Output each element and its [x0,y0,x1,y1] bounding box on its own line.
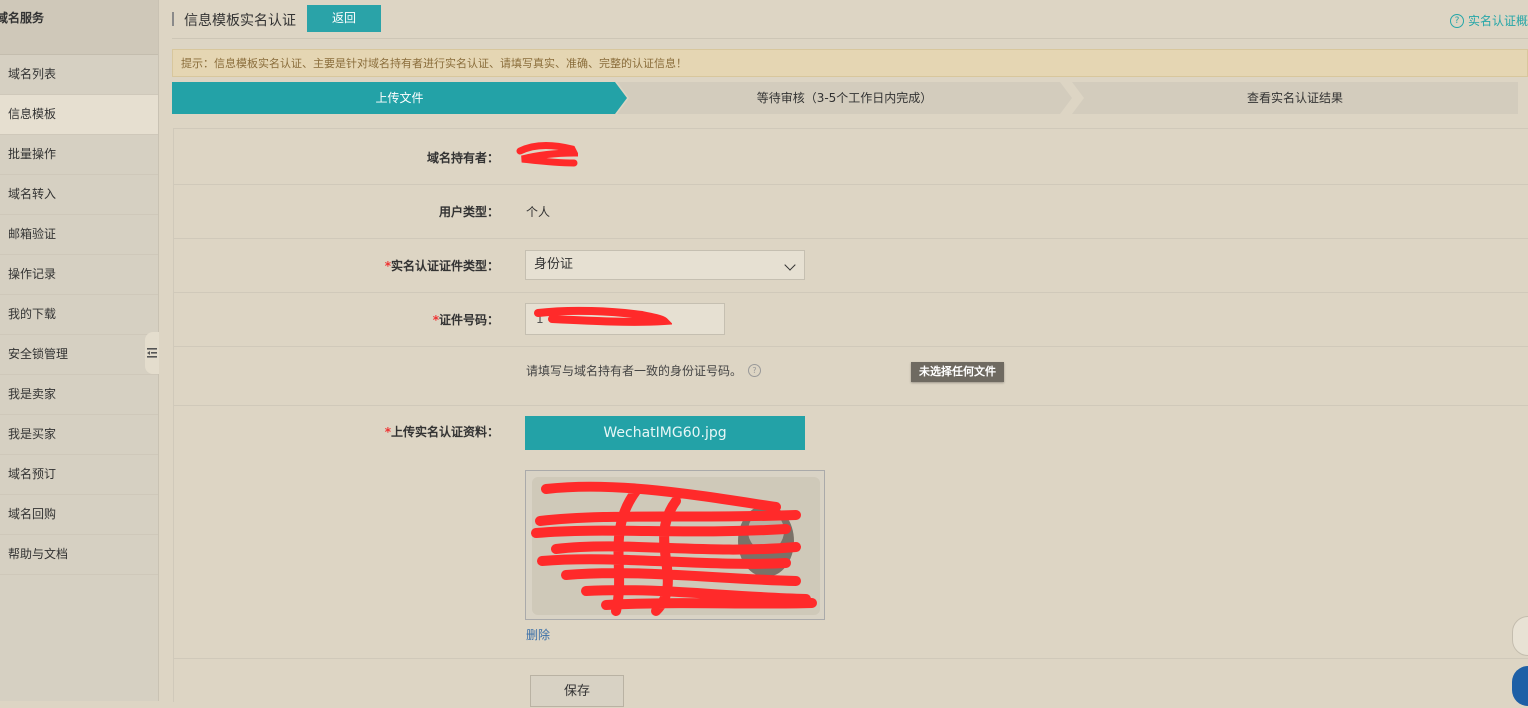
upload-file-button[interactable]: WechatIMG60.jpg [525,416,805,450]
redaction-scribble [516,142,578,167]
redaction-scribble [534,306,672,326]
help-link-label: 实名认证概 [1467,14,1528,28]
row-upload: *上传实名认证资料： [174,406,1528,659]
hint-text: 请填写与域名持有者一致的身份证号码。 [526,364,743,378]
user-type-value: 个人 [526,205,551,219]
upload-label-wrap: *上传实名认证资料： [385,423,499,440]
sidebar-item-info-template[interactable]: 信息模板 [0,95,158,135]
question-icon: ? [1449,13,1464,28]
help-icon[interactable]: ? [748,364,762,377]
sidebar-item-buyer[interactable]: 我是买家 [0,415,158,455]
step-result: 查看实名认证结果 [1072,82,1518,114]
id-card-image [526,471,824,619]
sidebar-item-batch[interactable]: 批量操作 [0,135,158,175]
id-card-preview [525,470,825,620]
user-type-label: 用户类型： [438,205,499,219]
sidebar-item-email-verify[interactable]: 邮箱验证 [0,215,158,255]
cert-number-label-wrap: *证件号码： [433,311,499,328]
sidebar-item-buyback[interactable]: 域名回购 [0,495,158,535]
upload-label: 上传实名认证资料： [390,425,499,439]
row-hint [174,347,1528,406]
notice-banner: 提示：信息模板实名认证、主要是针对域名持有者进行实名认证、请填写真实、准确、完整… [172,49,1528,77]
row-cert-number: *证件号码： [174,293,1528,347]
sidebar-item-security-lock[interactable]: 安全锁管理 [0,335,158,375]
cert-number-hint: 请填写与域名持有者一致的身份证号码。 ? [526,362,762,379]
row-cert-type: *实名认证证件类型： [174,239,1528,293]
progress-steps: 上传文件 等待审核（3-5个工作日内完成） 查看实名认证结果 [172,82,1528,114]
sidebar-item-help[interactable]: 帮助与文档 [0,535,158,575]
sidebar-item-reserve[interactable]: 域名预订 [0,455,158,495]
back-button[interactable]: 返回 [307,5,381,32]
help-link[interactable]: ? 实名认证概 [1449,12,1528,29]
collapse-icon [147,348,157,358]
cert-number-label: 证件号码： [438,313,499,327]
step-review: 等待审核（3-5个工作日内完成） [617,82,1072,114]
cert-type-label-wrap: *实名认证证件类型： [385,257,499,274]
sidebar-title: 域名服务 [0,0,158,55]
sidebar: 域名服务 域名列表 信息模板 批量操作 域名转入 邮箱验证 操作记录 我的下载 … [0,0,159,701]
chevron-down-icon [784,259,796,271]
step-upload: 上传文件 [172,82,627,114]
file-tooltip: 未选择任何文件 [911,362,1004,382]
title-accent-bar [172,12,174,26]
row-user-type: 用户类型： 个人 [174,185,1528,239]
sidebar-item-downloads[interactable]: 我的下载 [0,295,158,335]
cert-type-select[interactable]: 身份证 [525,250,805,280]
page-header: 信息模板实名认证 返回 ? 实名认证概 [172,0,1528,39]
cert-type-label: 实名认证证件类型： [390,259,499,273]
page-title: 信息模板实名认证 [184,13,296,29]
sidebar-item-transfer-in[interactable]: 域名转入 [0,175,158,215]
cert-form: 域名持有者： 用户类型： 个人 *实名认证证件类型： 身份证 *证件号码： 1 … [173,128,1528,707]
holder-label: 域名持有者： [426,151,499,165]
sidebar-collapse-handle[interactable] [145,332,159,374]
sidebar-item-operation-log[interactable]: 操作记录 [0,255,158,295]
row-holder: 域名持有者： [174,129,1528,185]
sidebar-item-seller[interactable]: 我是卖家 [0,375,158,415]
save-button[interactable]: 保存 [530,675,624,707]
sidebar-item-domain-list[interactable]: 域名列表 [0,55,158,95]
cert-type-value: 身份证 [534,257,574,272]
delete-link[interactable]: 删除 [526,626,550,643]
